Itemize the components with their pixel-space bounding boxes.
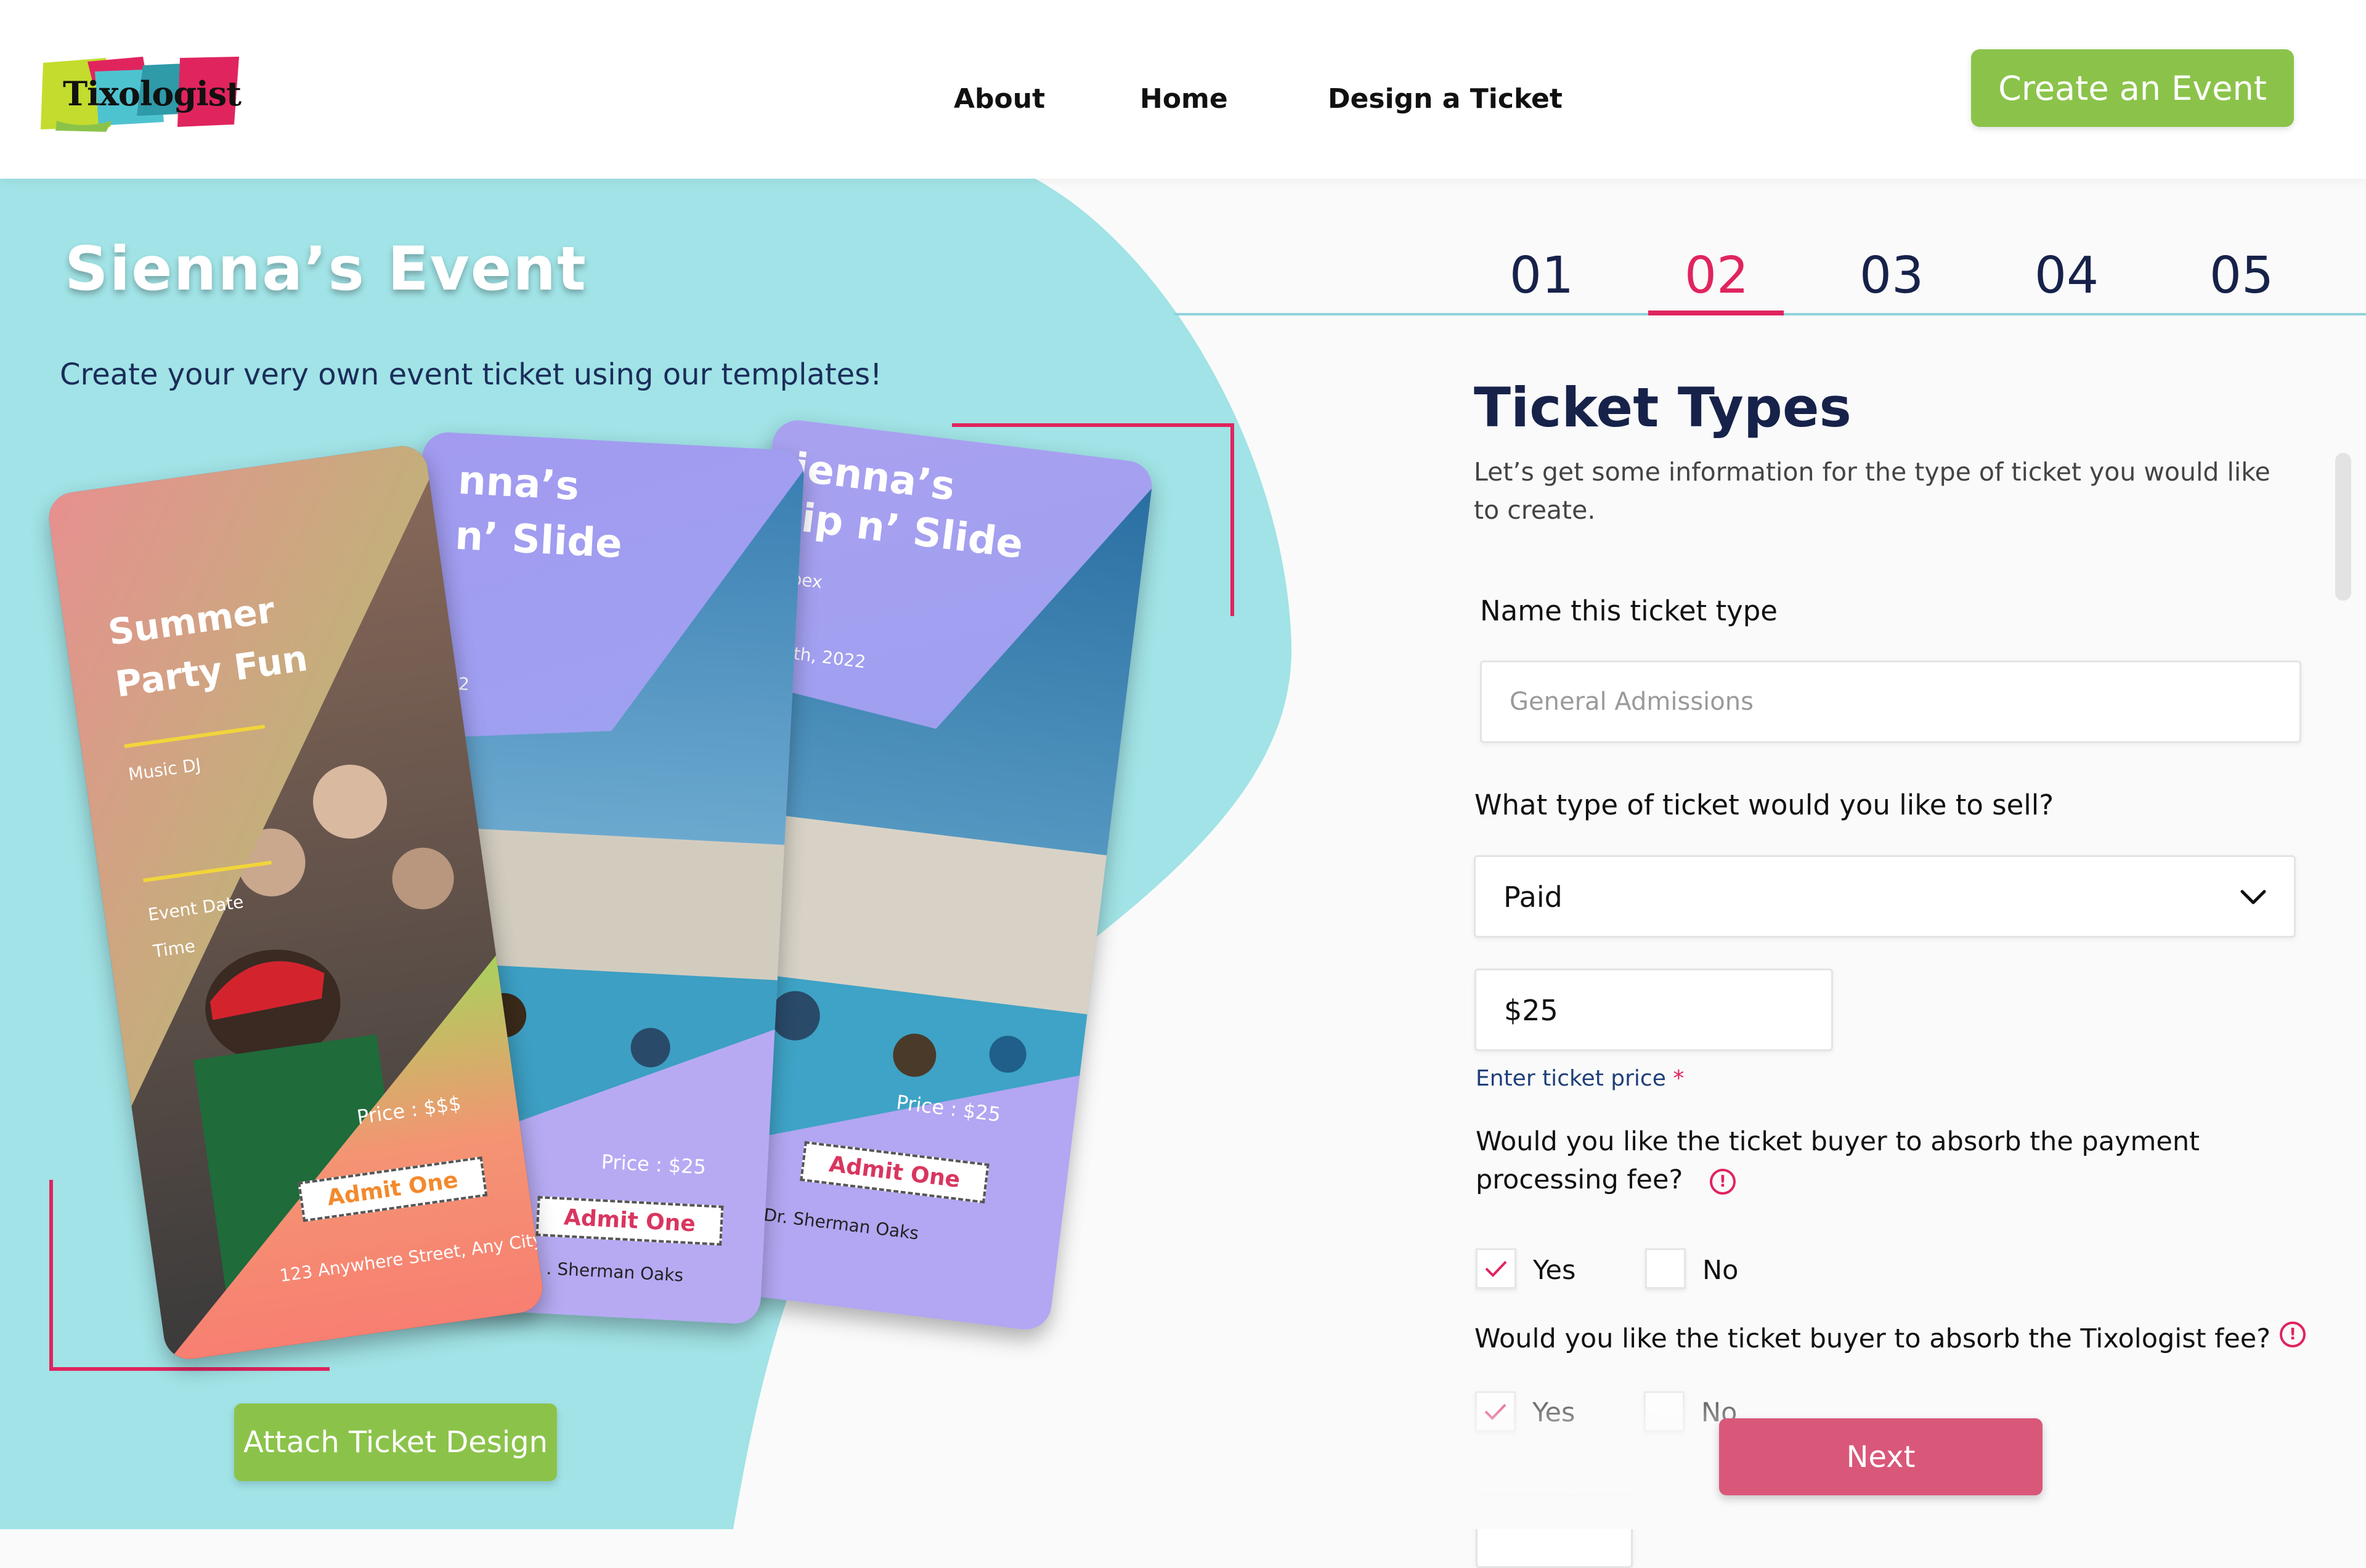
hero-subtitle: Create your very own event ticket using … xyxy=(60,357,882,392)
ticket-name-label: Name this ticket type xyxy=(1480,595,1778,627)
ticket-name-input[interactable] xyxy=(1480,660,2301,743)
price-hint: Enter ticket price * xyxy=(1476,1066,1684,1091)
tixologist-fee-yes-label: Yes xyxy=(1532,1397,1575,1428)
info-icon[interactable]: ! xyxy=(2280,1322,2306,1347)
create-event-button[interactable]: Create an Event xyxy=(1971,49,2294,127)
form-title: Ticket Types xyxy=(1474,376,1852,439)
processing-fee-question: Would you like the ticket buyer to absor… xyxy=(1476,1123,2314,1199)
form-description: Let’s get some information for the type … xyxy=(1474,457,2270,525)
nav-about[interactable]: About xyxy=(954,83,1045,115)
step-01[interactable]: 01 xyxy=(1486,246,1597,305)
nav-design-ticket[interactable]: Design a Ticket xyxy=(1328,83,1563,115)
ticket-price-value: $25 xyxy=(1504,994,1558,1027)
info-icon[interactable]: ! xyxy=(1709,1168,1736,1195)
processing-fee-question-text: Would you like the ticket buyer to absor… xyxy=(1476,1126,2200,1195)
ticket-type-label: What type of ticket would you like to se… xyxy=(1474,789,2054,821)
step-02[interactable]: 02 xyxy=(1661,246,1772,305)
next-field-partial[interactable] xyxy=(1476,1494,1633,1568)
ticket-type-value: Paid xyxy=(1503,880,1563,914)
chevron-down-icon xyxy=(2240,890,2266,904)
event-title: Sienna’s Event xyxy=(65,234,587,304)
tixologist-fee-no-checkbox[interactable] xyxy=(1644,1391,1685,1432)
ticket-type-select[interactable]: Paid xyxy=(1474,855,2296,938)
price-hint-text: Enter ticket price xyxy=(1476,1066,1666,1091)
checkmark-icon xyxy=(1484,1403,1506,1420)
ticket-title-line2: n’ Slide xyxy=(453,513,624,567)
checkmark-icon xyxy=(1485,1261,1507,1277)
processing-fee-no-checkbox[interactable] xyxy=(1645,1248,1686,1289)
active-step-indicator xyxy=(1648,311,1784,315)
processing-fee-yes-label: Yes xyxy=(1533,1255,1576,1286)
tixologist-fee-yes-checkbox[interactable] xyxy=(1475,1391,1516,1432)
ticket-title-line1: nna’s xyxy=(457,457,580,510)
logo[interactable]: Tixologist xyxy=(38,53,242,133)
scrollbar-thumb[interactable] xyxy=(2335,453,2351,601)
step-04[interactable]: 04 xyxy=(2011,246,2122,305)
required-mark: * xyxy=(1673,1066,1685,1091)
attach-ticket-design-button[interactable]: Attach Ticket Design xyxy=(234,1403,557,1481)
ticket-price-input[interactable]: $25 xyxy=(1474,969,1833,1051)
step-05[interactable]: 05 xyxy=(2186,246,2297,305)
header: Tixologist About Home Design a Ticket Cr… xyxy=(0,0,2366,179)
step-03[interactable]: 03 xyxy=(1836,246,1947,305)
next-button[interactable]: Next xyxy=(1719,1418,2043,1495)
processing-fee-no-label: No xyxy=(1702,1255,1739,1286)
processing-fee-yes-checkbox[interactable] xyxy=(1476,1248,1516,1289)
logo-text: Tixologist xyxy=(63,74,242,113)
nav-home[interactable]: Home xyxy=(1140,83,1228,115)
tixologist-fee-question: Would you like the ticket buyer to absor… xyxy=(1474,1323,2271,1354)
